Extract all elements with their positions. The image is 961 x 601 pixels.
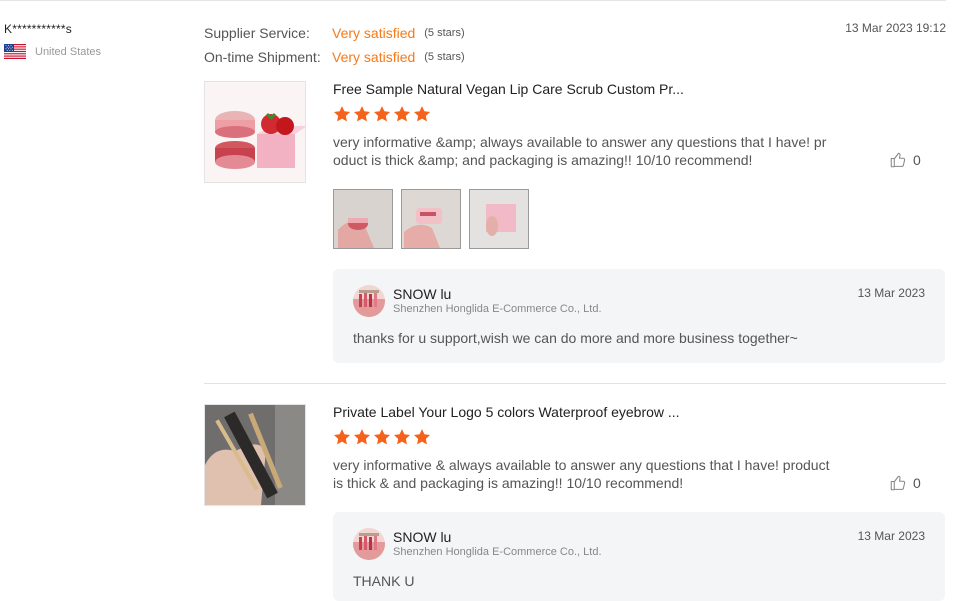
star-icon: [333, 105, 351, 123]
star-icon: [373, 105, 391, 123]
reply-date: 13 Mar 2023: [857, 529, 925, 543]
rating-value: Very satisfied: [332, 25, 416, 41]
star-rating: [333, 105, 431, 123]
like-button[interactable]: 0: [889, 474, 921, 492]
like-button[interactable]: 0: [889, 151, 921, 169]
product-title-link[interactable]: Free Sample Natural Vegan Lip Care Scrub…: [333, 81, 684, 97]
supplier-avatar: [353, 285, 385, 317]
review-divider: [204, 383, 946, 384]
country-name: United States: [35, 45, 102, 58]
reply-author-name: SNOW lu: [393, 286, 452, 302]
product-thumbnail[interactable]: [204, 404, 306, 506]
review-text: very informative & always available to a…: [333, 457, 830, 491]
like-count: 0: [913, 475, 921, 491]
product-thumbnail[interactable]: [204, 81, 306, 183]
thumbs-up-icon: [889, 474, 907, 492]
supplier-reply: SNOW lu Shenzhen Honglida E-Commerce Co.…: [333, 512, 945, 601]
review-photo[interactable]: [401, 189, 461, 249]
reviewer-name: K***********s: [4, 22, 72, 36]
star-icon: [413, 105, 431, 123]
us-flag-icon: [4, 44, 26, 59]
reply-company: Shenzhen Honglida E-Commerce Co., Ltd.: [393, 546, 602, 558]
star-icon: [393, 428, 411, 446]
reply-text: THANK U: [353, 573, 415, 589]
rating-stars-text: (5 stars): [424, 51, 465, 63]
reply-author-name: SNOW lu: [393, 529, 452, 545]
product-title-link[interactable]: Private Label Your Logo 5 colors Waterpr…: [333, 404, 680, 420]
reply-text: thanks for u support,wish we can do more…: [353, 330, 798, 346]
star-icon: [413, 428, 431, 446]
star-icon: [373, 428, 391, 446]
star-rating: [333, 428, 431, 446]
reply-date: 13 Mar 2023: [857, 286, 925, 300]
star-icon: [353, 105, 371, 123]
reviewer-country: United States: [4, 44, 101, 59]
star-icon: [393, 105, 411, 123]
review-photo[interactable]: [333, 189, 393, 249]
rating-value: Very satisfied: [332, 49, 416, 65]
supplier-avatar: [353, 528, 385, 560]
star-icon: [353, 428, 371, 446]
star-icon: [333, 428, 351, 446]
rating-row-on-time-shipment: On-time Shipment: Very satisfied (5 star…: [204, 45, 465, 69]
review-text: very informative &amp; always available …: [333, 134, 827, 168]
rating-label: On-time Shipment:: [204, 49, 321, 65]
rating-row-supplier-service: Supplier Service: Very satisfied (5 star…: [204, 21, 465, 45]
review-photos: [333, 189, 529, 249]
review-photo[interactable]: [469, 189, 529, 249]
supplier-ratings: Supplier Service: Very satisfied (5 star…: [204, 21, 465, 69]
like-count: 0: [913, 152, 921, 168]
review-date: 13 Mar 2023 19:12: [845, 21, 946, 35]
thumbs-up-icon: [889, 151, 907, 169]
supplier-reply: SNOW lu Shenzhen Honglida E-Commerce Co.…: [333, 269, 945, 363]
top-divider: [0, 0, 946, 1]
reviewer-info: K***********s United States: [4, 22, 101, 59]
rating-label: Supplier Service:: [204, 25, 310, 41]
rating-stars-text: (5 stars): [424, 27, 465, 39]
reply-company: Shenzhen Honglida E-Commerce Co., Ltd.: [393, 303, 602, 315]
